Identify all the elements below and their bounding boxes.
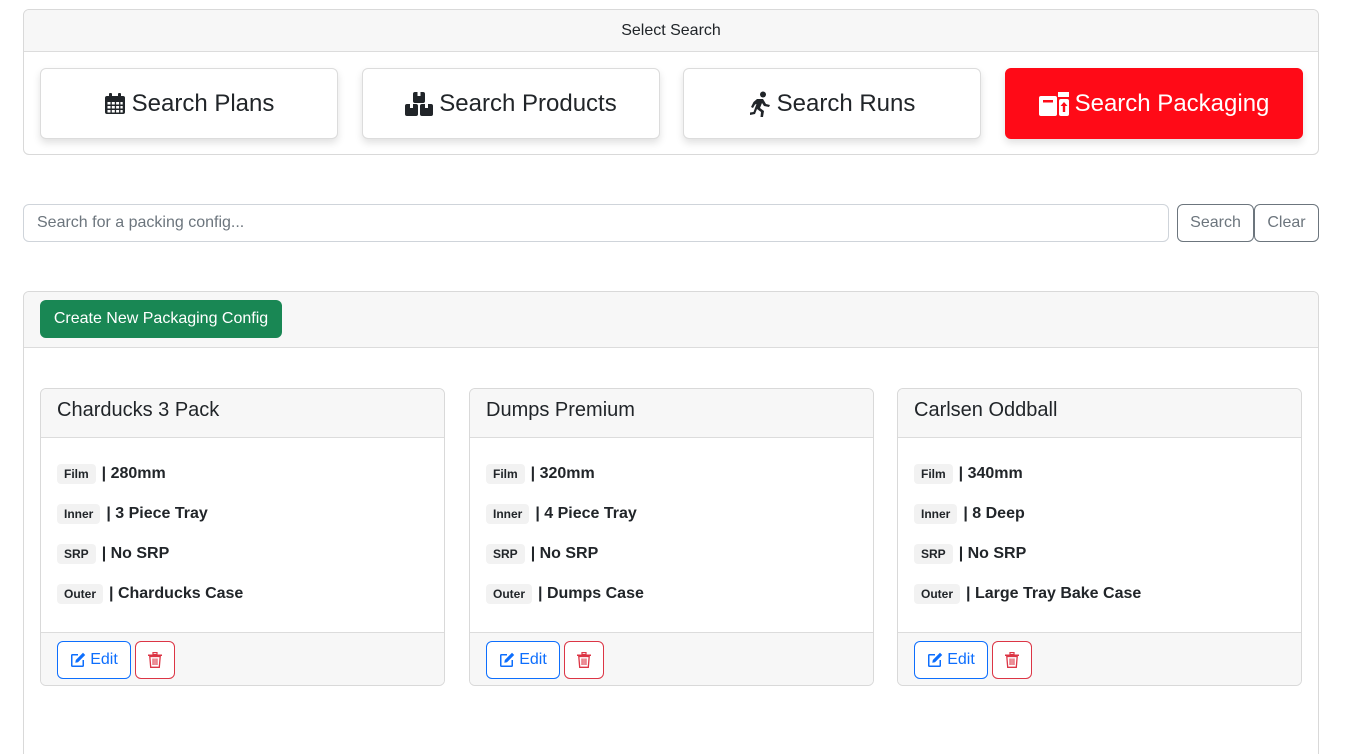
field-label-badge: SRP — [914, 544, 953, 564]
search-products-label: Search Products — [439, 89, 617, 117]
edit-icon — [928, 652, 943, 667]
search-plans-label: Search Plans — [131, 89, 275, 117]
search-input[interactable] — [23, 204, 1169, 242]
packaging-card-footer: Edit — [41, 632, 444, 685]
clear-button[interactable]: Clear — [1254, 204, 1319, 242]
field-value: | 280mm — [101, 465, 166, 482]
field-value: | 3 Piece Tray — [106, 505, 208, 522]
edit-icon — [71, 652, 86, 667]
edit-label: Edit — [947, 651, 975, 668]
packaging-card-title: Dumps Premium — [470, 389, 873, 438]
field-label-badge: Inner — [486, 504, 530, 524]
edit-label: Edit — [90, 651, 118, 668]
select-search-buttons: Search Plans Search Products Search Runs — [24, 52, 1318, 154]
packaging-field-srp: SRP | No SRP — [914, 534, 1285, 574]
search-runs-button[interactable]: Search Runs — [683, 68, 981, 139]
packaging-card-body: Film | 340mm Inner | 8 Deep SRP | No SRP Ou… — [898, 438, 1301, 632]
search-runs-label: Search Runs — [776, 89, 916, 117]
field-label-badge: Outer — [57, 584, 104, 604]
packaging-icon — [1038, 91, 1069, 116]
edit-label: Edit — [519, 651, 547, 668]
packaging-card-footer: Edit — [898, 632, 1301, 685]
packaging-field-film: Film | 320mm — [486, 454, 857, 494]
packaging-field-inner: Inner | 8 Deep — [914, 494, 1285, 534]
field-value: | No SRP — [958, 545, 1027, 562]
field-label-badge: SRP — [57, 544, 96, 564]
field-value: | No SRP — [101, 545, 170, 562]
packaging-field-outer: Outer | Large Tray Bake Case — [914, 574, 1285, 614]
packaging-card-title: Carlsen Oddball — [898, 389, 1301, 438]
packaging-list-card: Create New Packaging Config Charducks 3 … — [23, 291, 1319, 754]
field-label-badge: Film — [914, 464, 953, 484]
edit-icon — [500, 652, 515, 667]
packaging-field-srp: SRP | No SRP — [57, 534, 428, 574]
search-products-button[interactable]: Search Products — [362, 68, 660, 139]
field-label-badge: SRP — [486, 544, 525, 564]
field-label-badge: Film — [57, 464, 96, 484]
packaging-card-footer: Edit — [470, 632, 873, 685]
search-plans-button[interactable]: Search Plans — [40, 68, 338, 139]
search-packaging-label: Search Packaging — [1074, 89, 1270, 117]
field-value: | Charducks Case — [109, 585, 244, 602]
packaging-field-inner: Inner | 3 Piece Tray — [57, 494, 428, 534]
packaging-field-inner: Inner | 4 Piece Tray — [486, 494, 857, 534]
trash-icon — [577, 652, 591, 668]
packaging-field-outer: Outer | Charducks Case — [57, 574, 428, 614]
delete-button[interactable] — [992, 641, 1032, 679]
field-label-badge: Inner — [914, 504, 958, 524]
field-value: | Large Tray Bake Case — [966, 585, 1142, 602]
packaging-list-header: Create New Packaging Config — [24, 292, 1318, 348]
create-packaging-config-button[interactable]: Create New Packaging Config — [40, 300, 282, 338]
delete-button[interactable] — [564, 641, 604, 679]
packaging-card-body: Film | 320mm Inner | 4 Piece Tray SRP | No … — [470, 438, 873, 632]
packaging-card-title: Charducks 3 Pack — [41, 389, 444, 438]
edit-button[interactable]: Edit — [486, 641, 560, 679]
calendar-icon — [104, 92, 125, 114]
field-label-badge: Film — [486, 464, 525, 484]
field-value: | 340mm — [958, 465, 1023, 482]
packaging-field-outer: Outer | Dumps Case — [486, 574, 857, 614]
trash-icon — [1005, 652, 1019, 668]
select-search-card: Select Search Search Plans Search Produc… — [23, 9, 1319, 155]
field-label-badge: Inner — [57, 504, 101, 524]
field-value: | No SRP — [530, 545, 599, 562]
packaging-field-film: Film | 340mm — [914, 454, 1285, 494]
running-person-icon — [749, 91, 770, 117]
select-search-header: Select Search — [24, 10, 1318, 52]
trash-icon — [148, 652, 162, 668]
packaging-field-srp: SRP | No SRP — [486, 534, 857, 574]
edit-button[interactable]: Edit — [914, 641, 988, 679]
field-label-badge: Outer — [914, 584, 961, 604]
packaging-card: Carlsen Oddball Film | 340mm Inner | 8 Dee… — [897, 388, 1302, 686]
boxes-icon — [405, 91, 434, 116]
packaging-card: Charducks 3 Pack Film | 280mm Inner | 3 Pi… — [40, 388, 445, 686]
packaging-card-body: Film | 280mm Inner | 3 Piece Tray SRP | No … — [41, 438, 444, 632]
field-value: | Dumps Case — [538, 585, 644, 602]
edit-button[interactable]: Edit — [57, 641, 131, 679]
packaging-field-film: Film | 280mm — [57, 454, 428, 494]
packaging-card: Dumps Premium Film | 320mm Inner | 4 Piece… — [469, 388, 874, 686]
delete-button[interactable] — [135, 641, 175, 679]
search-packaging-button[interactable]: Search Packaging — [1005, 68, 1303, 139]
field-value: | 4 Piece Tray — [535, 505, 637, 522]
field-value: | 320mm — [530, 465, 595, 482]
field-value: | 8 Deep — [963, 505, 1025, 522]
field-label-badge: Outer — [486, 584, 533, 604]
search-button[interactable]: Search — [1177, 204, 1254, 242]
